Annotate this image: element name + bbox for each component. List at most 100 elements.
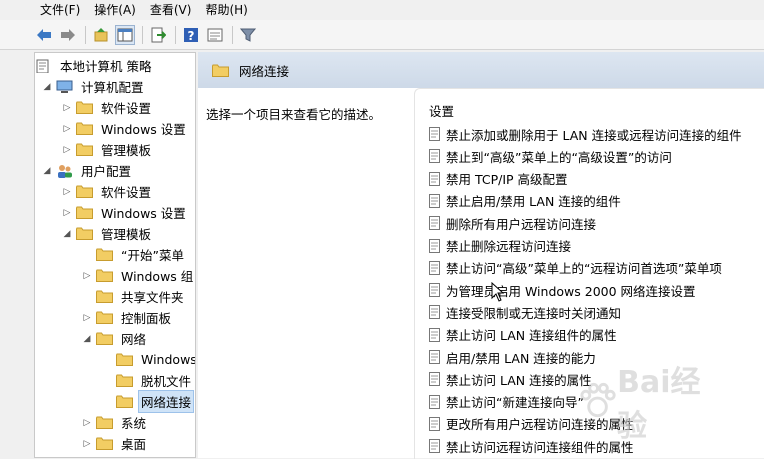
tree-item[interactable]: ▷ Windows 组 [81, 265, 195, 286]
tree-item[interactable]: ◢ 计算机配置 [41, 76, 146, 97]
menu-item[interactable]: 帮助(H) [198, 0, 254, 20]
show-hide-tree-icon[interactable] [115, 24, 135, 45]
collapsed-arrow-icon[interactable]: ▷ [61, 124, 73, 134]
setting-row[interactable]: 禁止访问“高级”菜单上的“远程访问首选项”菜单项 [429, 257, 722, 279]
setting-row[interactable]: 禁止访问 LAN 连接的属性 [429, 368, 592, 390]
tree-item[interactable]: ▷ Windows 设置 [61, 118, 188, 139]
setting-row[interactable]: 禁止访问“新建连接向导” [429, 391, 584, 413]
setting-row[interactable]: 禁止添加或删除用于 LAN 连接或远程访问连接的组件 [429, 123, 742, 145]
setting-label: 禁用 TCP/IP 高级配置 [446, 172, 568, 188]
setting-row[interactable]: 启用/禁用 LAN 连接的能力 [429, 346, 596, 368]
toolbar-separator [232, 25, 233, 44]
collapsed-arrow-icon[interactable]: ▷ [61, 187, 73, 197]
collapsed-arrow-icon[interactable]: ▷ [81, 439, 93, 449]
right-pane-header: 网络连接 [198, 52, 764, 88]
setting-row[interactable]: 禁止删除远程访问连接 [429, 235, 571, 257]
tree-item[interactable]: 网络连接 [101, 390, 195, 413]
filter-icon[interactable] [238, 25, 258, 45]
folder-icon [116, 374, 133, 387]
toolbar-separator [175, 25, 176, 44]
setting-row[interactable]: 禁止到“高级”菜单上的“高级设置”的访问 [429, 145, 672, 167]
svg-text:?: ? [188, 29, 195, 43]
policy-setting-icon [429, 171, 440, 186]
folder-icon [76, 122, 93, 135]
setting-row[interactable]: 禁用 TCP/IP 高级配置 [429, 168, 568, 190]
watermark-text: Bai经验 [617, 365, 701, 444]
tree-item[interactable]: 脱机文件 [101, 370, 193, 391]
tree-item-label: 本地计算机 策略 [60, 59, 152, 74]
setting-label: 禁止启用/禁用 LAN 连接的组件 [446, 194, 621, 210]
folder-icon [212, 64, 229, 77]
tree-item[interactable]: ▷ 桌面 [81, 433, 148, 454]
collapsed-arrow-icon[interactable]: ▷ [61, 208, 73, 218]
tree-item-label: 用户配置 [81, 164, 132, 179]
tree-item[interactable]: Windows [101, 349, 195, 370]
export-list-icon[interactable] [148, 25, 168, 45]
toolbar: ? [0, 20, 764, 50]
policy-setting-icon [429, 439, 440, 454]
tree-item[interactable]: ◢ 网络 [81, 328, 148, 349]
tree-item-label: 共享文件夹 [121, 290, 184, 305]
collapsed-arrow-icon[interactable]: ▷ [61, 103, 73, 113]
expanded-arrow-icon[interactable]: ◢ [41, 82, 53, 92]
tree-item[interactable]: ▷ 软件设置 [61, 181, 153, 202]
setting-label: 禁止到“高级”菜单上的“高级设置”的访问 [446, 149, 672, 165]
tree-item[interactable]: ▷ Windows 设置 [61, 202, 188, 223]
collapsed-arrow-icon[interactable]: ▷ [61, 145, 73, 155]
help-icon[interactable]: ? [181, 25, 201, 45]
setting-row[interactable]: 禁止访问 LAN 连接组件的属性 [429, 324, 617, 346]
baidu-watermark: Bai经验 [578, 365, 728, 444]
expanded-arrow-icon[interactable]: ◢ [81, 334, 93, 344]
setting-label: 禁止访问“高级”菜单上的“远程访问首选项”菜单项 [446, 261, 722, 277]
policy-tree: 本地计算机 策略 ◢ 计算机配置 ▷ 软件设置 ▷ Windows 设置 ▷ 管理模板 ◢ 用户配置… [34, 52, 196, 458]
folder-icon [76, 143, 93, 156]
tree-item-label: “开始”菜单 [121, 248, 184, 263]
tree-item-label: 网络连接 [137, 390, 195, 413]
tree-item[interactable]: 本地计算机 策略 [35, 55, 153, 76]
menu-item[interactable]: 查看(V) [143, 0, 199, 20]
properties-icon[interactable] [205, 25, 225, 45]
user-icon [56, 164, 73, 178]
tree-item-label: 控制面板 [121, 311, 172, 326]
setting-row[interactable]: 禁止访问远程访问连接组件的属性 [429, 435, 634, 457]
folder-icon [96, 269, 113, 282]
tree-item[interactable]: ◢ 用户配置 [41, 160, 133, 181]
up-folder-icon[interactable] [91, 25, 111, 45]
menu-item[interactable]: 操作(A) [87, 0, 143, 20]
tree-item[interactable]: 共享文件夹 [81, 286, 186, 307]
tree-item-label: 管理模板 [101, 143, 152, 158]
menu-item[interactable]: 文件(F) [0, 0, 87, 20]
tree-item[interactable]: ▷ 控制面板 [81, 307, 173, 328]
collapsed-arrow-icon[interactable]: ▷ [81, 418, 93, 428]
folder-icon [116, 353, 133, 366]
setting-row[interactable]: 为管理员启用 Windows 2000 网络连接设置 [429, 279, 696, 301]
tree-item-label: 系统 [121, 416, 147, 431]
setting-label: 禁止访问“新建连接向导” [446, 395, 584, 411]
forward-arrow-icon[interactable] [58, 25, 78, 45]
folder-icon [96, 248, 113, 261]
tree-item[interactable]: ▷ 管理模板 [61, 139, 153, 160]
expanded-arrow-icon[interactable]: ◢ [61, 229, 73, 239]
column-header-settings[interactable]: 设置 [429, 101, 454, 120]
policy-setting-icon [429, 283, 440, 298]
folder-icon [76, 206, 93, 219]
tree-item[interactable]: ▷ 软件设置 [61, 97, 153, 118]
toolbar-separator [142, 25, 143, 44]
setting-label: 禁止删除远程访问连接 [446, 239, 572, 254]
policy-setting-icon [429, 327, 440, 342]
tree-item[interactable]: “开始”菜单 [81, 244, 186, 265]
tree-item[interactable]: ◢ 管理模板 [61, 223, 153, 244]
setting-row[interactable]: 禁止启用/禁用 LAN 连接的组件 [429, 190, 621, 212]
menu-bar: 文件(F) 操作(A) 查看(V) 帮助(H) [0, 0, 764, 20]
collapsed-arrow-icon[interactable]: ▷ [81, 271, 93, 281]
setting-label: 启用/禁用 LAN 连接的能力 [446, 350, 596, 366]
policy-setting-icon [429, 193, 440, 208]
setting-row[interactable]: 删除所有用户远程访问连接 [429, 212, 596, 234]
tree-item[interactable]: ▷ 系统 [81, 412, 148, 433]
setting-row[interactable]: 连接受限制或无连接时关闭通知 [429, 301, 621, 323]
back-arrow-icon[interactable] [34, 25, 54, 45]
collapsed-arrow-icon[interactable]: ▷ [81, 313, 93, 323]
expanded-arrow-icon[interactable]: ◢ [41, 166, 53, 176]
policy-icon [35, 59, 52, 73]
folder-icon [96, 437, 113, 450]
